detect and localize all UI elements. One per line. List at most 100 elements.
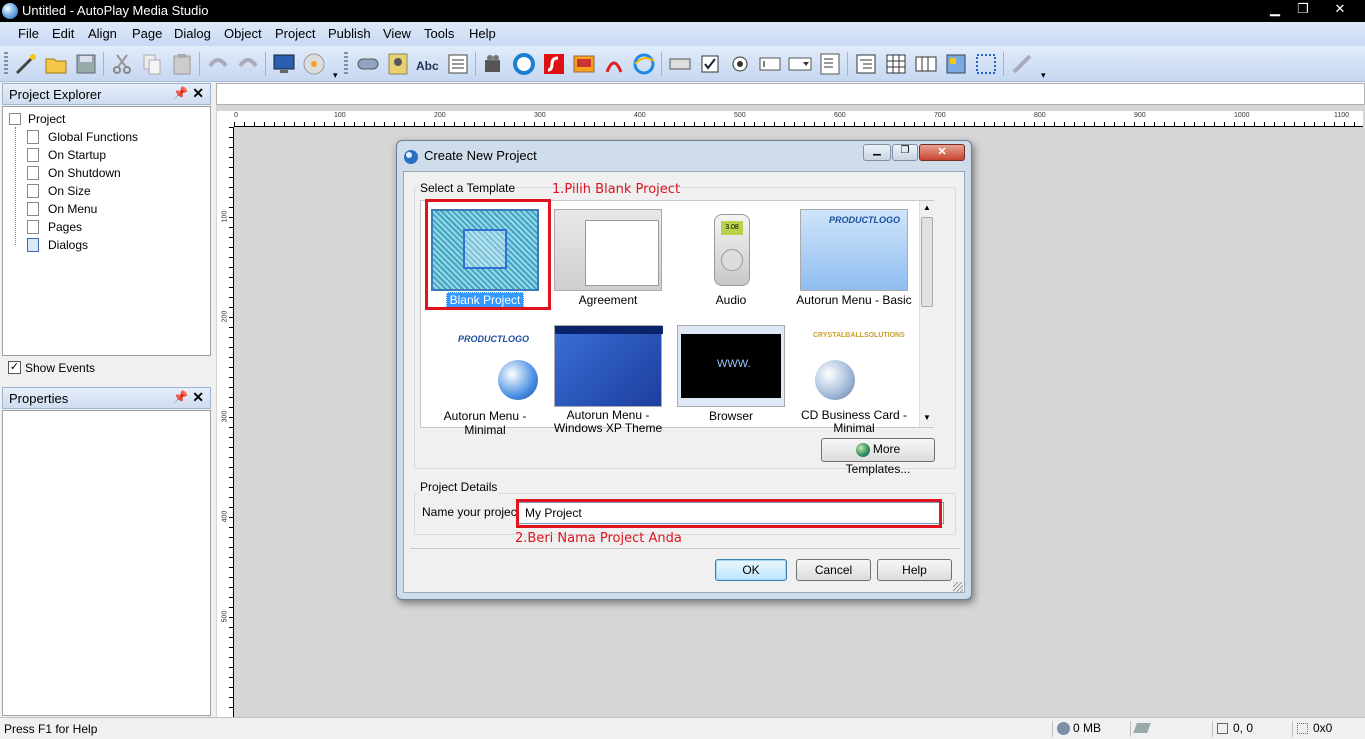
menu-dialog[interactable]: Dialog [174, 26, 211, 41]
more-templates-button[interactable]: More Templates... [821, 438, 935, 476]
menu-view[interactable]: View [383, 26, 411, 41]
preview-icon[interactable] [272, 52, 296, 76]
checkbox-object-icon[interactable] [698, 52, 722, 76]
progress-object-icon[interactable] [914, 52, 938, 76]
text-input-object-icon[interactable] [758, 52, 782, 76]
close-pane-icon[interactable]: ✕ [192, 389, 204, 406]
tree-item-dialogs[interactable]: Dialogs [48, 236, 88, 254]
template-thumb-autorun-minimal[interactable]: PRODUCTLOGO [431, 325, 539, 407]
video-object-icon[interactable] [482, 52, 506, 76]
menu-publish[interactable]: Publish [328, 26, 371, 41]
ruler-label: 100 [221, 210, 229, 223]
show-events-checkbox[interactable]: ✓ [8, 361, 21, 374]
tree-item-pages[interactable]: Pages [48, 218, 82, 236]
pin-icon[interactable]: 📌 [173, 390, 188, 404]
template-thumb-audio[interactable]: 3.08 [677, 209, 785, 291]
quicktime-object-icon[interactable] [512, 52, 536, 76]
ruler-label: 900 [1134, 112, 1146, 119]
menu-page[interactable]: Page [132, 26, 162, 41]
ok-button[interactable]: OK [715, 559, 787, 581]
template-label-agreement[interactable]: Agreement [548, 293, 668, 307]
image-object-icon[interactable] [386, 52, 410, 76]
menu-align[interactable]: Align [88, 26, 117, 41]
button-object-icon[interactable] [356, 52, 380, 76]
publish-disc-icon[interactable] [302, 52, 326, 76]
radio-object-icon[interactable] [728, 52, 752, 76]
pencil-icon[interactable] [1010, 52, 1034, 76]
save-icon[interactable] [74, 52, 98, 76]
template-label-audio[interactable]: Audio [671, 293, 791, 307]
open-folder-icon[interactable] [44, 52, 68, 76]
minimize-button[interactable]: ▁ [1262, 0, 1288, 18]
scroll-thumb[interactable] [921, 217, 933, 307]
help-button[interactable]: Help [877, 559, 952, 581]
menu-help[interactable]: Help [469, 26, 496, 41]
ruler-label: 0 [234, 112, 238, 119]
template-scrollbar[interactable]: ▲ ▼ [919, 201, 934, 427]
toolbar-grip[interactable] [344, 52, 348, 76]
menu-project[interactable]: Project [275, 26, 315, 41]
web-object-icon[interactable] [632, 52, 656, 76]
tree-object-icon[interactable] [854, 52, 878, 76]
plugin-object-icon[interactable] [944, 52, 968, 76]
toolbar-overflow-icon[interactable]: ▾ [333, 70, 338, 81]
ruler-label: 200 [434, 112, 446, 119]
cancel-button[interactable]: Cancel [796, 559, 871, 581]
input-object-icon[interactable] [668, 52, 692, 76]
tree-item-global-functions[interactable]: Global Functions [48, 128, 138, 146]
dialog-maximize-button[interactable]: ❐ [892, 144, 918, 161]
paragraph-object-icon[interactable] [446, 52, 470, 76]
listbox-object-icon[interactable] [818, 52, 842, 76]
resize-grip[interactable] [953, 582, 963, 592]
redo-icon[interactable] [236, 52, 260, 76]
scroll-down-icon[interactable]: ▼ [923, 413, 931, 422]
paste-icon[interactable] [170, 52, 194, 76]
restore-button[interactable]: ❐ [1290, 0, 1316, 18]
tree-item-project[interactable]: Project [28, 110, 65, 128]
status-memory: 0 MB [1052, 721, 1128, 737]
combobox-object-icon[interactable] [788, 52, 812, 76]
template-thumb-autorun-xp[interactable] [554, 325, 663, 407]
template-label-autorun-xp[interactable]: Autorun Menu - Windows XP Theme [548, 409, 668, 435]
menu-edit[interactable]: Edit [52, 26, 74, 41]
menu-file[interactable]: File [18, 26, 39, 41]
pdf-object-icon[interactable] [602, 52, 626, 76]
dialog-close-button[interactable]: ✕ [919, 144, 965, 161]
slideshow-object-icon[interactable] [572, 52, 596, 76]
ruler-label: 1000 [1234, 112, 1250, 119]
app-icon[interactable] [2, 3, 18, 19]
dialog-minimize-button[interactable]: ▁ [863, 144, 891, 161]
undo-icon[interactable] [206, 52, 230, 76]
close-pane-icon[interactable]: ✕ [192, 85, 204, 102]
menu-object[interactable]: Object [224, 26, 262, 41]
tree-item-on-startup[interactable]: On Startup [48, 146, 106, 164]
scroll-up-icon[interactable]: ▲ [923, 203, 931, 212]
toolbar-overflow-icon[interactable]: ▾ [1041, 70, 1046, 81]
template-label-autorun-basic[interactable]: Autorun Menu - Basic [794, 293, 914, 307]
ruler-label: 600 [834, 112, 846, 119]
grid-object-icon[interactable] [884, 52, 908, 76]
tree-item-on-size[interactable]: On Size [48, 182, 91, 200]
menu-tools[interactable]: Tools [424, 26, 454, 41]
ruler-label: 200 [221, 310, 229, 323]
cut-icon[interactable] [110, 52, 134, 76]
template-thumb-autorun-basic[interactable]: PRODUCTLOGO [800, 209, 908, 291]
toolbar-grip[interactable] [4, 52, 8, 76]
close-button[interactable]: ✕ [1320, 0, 1360, 18]
template-label-browser[interactable]: Browser [671, 409, 791, 423]
tree-item-on-shutdown[interactable]: On Shutdown [48, 164, 121, 182]
template-label-cd-business[interactable]: CD Business Card - Minimal [794, 409, 914, 435]
hotspot-object-icon[interactable] [974, 52, 998, 76]
label-object-icon[interactable]: Abc [416, 59, 439, 73]
tree-item-on-menu[interactable]: On Menu [48, 200, 97, 218]
pin-icon[interactable]: 📌 [173, 86, 188, 100]
copy-icon[interactable] [140, 52, 164, 76]
template-thumb-browser[interactable]: WWW. [677, 325, 785, 407]
size-icon [1297, 723, 1308, 734]
flash-object-icon[interactable] [542, 52, 566, 76]
template-thumb-cd-business[interactable]: CRYSTALBALLSOLUTIONS [800, 325, 908, 407]
template-label-autorun-minimal[interactable]: Autorun Menu - Minimal [425, 409, 545, 437]
wizard-icon[interactable] [14, 52, 38, 76]
name-your-project-label: Name your project: [422, 505, 524, 519]
template-thumb-agreement[interactable] [554, 209, 662, 291]
